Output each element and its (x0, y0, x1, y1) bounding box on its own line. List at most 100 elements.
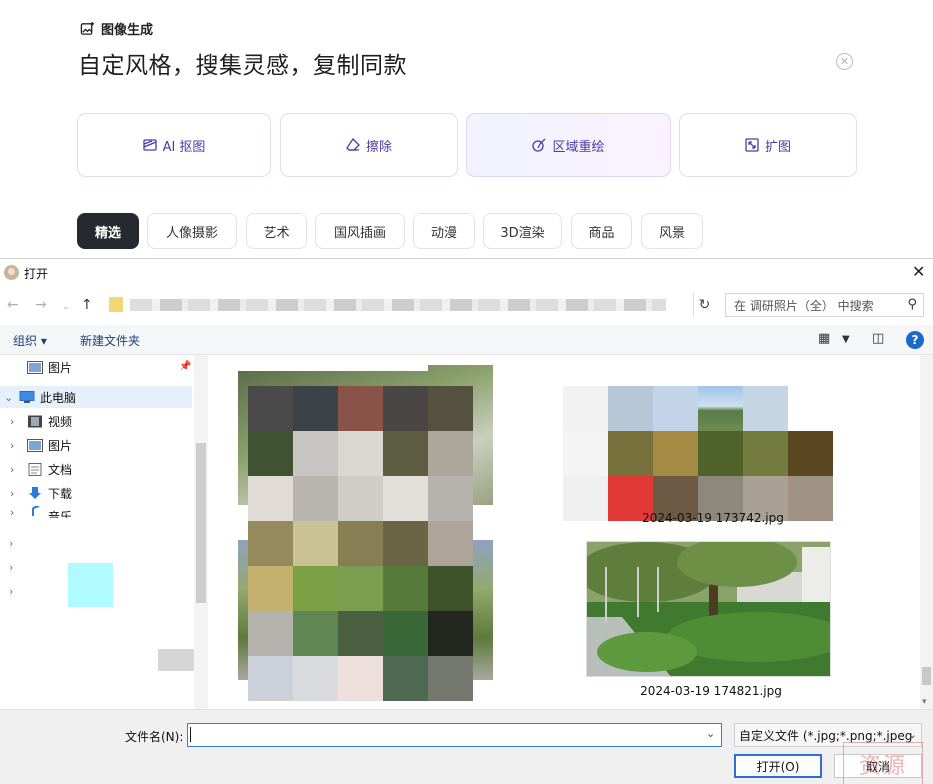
redacted-block (158, 649, 194, 671)
filename-label: 文件名(N): (125, 730, 184, 744)
cutout-icon (142, 139, 157, 151)
nav-downloads[interactable]: › 下载 (0, 482, 192, 504)
chevron-right-icon[interactable]: › (10, 463, 14, 476)
scroll-down-icon[interactable]: ▾ (922, 697, 927, 707)
view-dropdown-icon[interactable]: ▼ (842, 334, 850, 345)
dialog-title: 打开 (24, 267, 49, 281)
file-list-scrollbar[interactable]: ▾ (920, 355, 933, 709)
address-bar[interactable]: ⌄ (102, 293, 787, 317)
command-bar: 组织 ▾ 新建文件夹 ▦ ▼ ◫ ? (0, 325, 933, 355)
pictures-icon (27, 360, 43, 374)
file-thumbnail (586, 541, 831, 677)
pictures-icon (27, 438, 43, 452)
image-generate-icon (80, 21, 95, 35)
tool-expand[interactable]: 扩图 (679, 113, 857, 177)
search-placeholder: 在 调研照片（全） 中搜索 (734, 298, 874, 313)
redacted-block (563, 355, 833, 371)
tool-repaint[interactable]: 区域重绘 (466, 113, 671, 177)
file-tile[interactable]: 2024-03-19 173742.jpg (563, 386, 833, 526)
tool-erase[interactable]: 擦除 (280, 113, 458, 177)
chevron-right-icon[interactable]: › (9, 561, 13, 574)
chevron-down-icon: ⌄ (907, 728, 917, 741)
close-icon[interactable]: ✕ (912, 262, 925, 282)
screen: 图像生成 自定风格，搜集灵感，复制同款 ✕ AI 抠图 擦除 区域重绘 扩图 精 (0, 0, 933, 784)
back-arrow-icon[interactable]: ← (7, 296, 19, 314)
chevron-down-icon[interactable]: ⌄ (4, 391, 13, 404)
file-name: 2024-03-19 173742.jpg (642, 511, 784, 525)
open-file-dialog: 打开 ✕ ← → ⌄ ↑ ⌄ ↻ 在 调研照片（全） 中搜索 ⚲ 组织 ▾ 新建… (0, 258, 933, 784)
nav-pictures[interactable]: › 图片 (0, 434, 192, 456)
nav-videos[interactable]: › 视频 (0, 410, 192, 432)
tag-guofeng[interactable]: 国风插画 (315, 213, 405, 249)
file-type-select[interactable]: 自定义文件 (*.jpg;*.png;*.jpeg ⌄ (734, 723, 922, 747)
chevron-right-icon[interactable]: › (10, 487, 14, 500)
circle-x-icon[interactable]: ✕ (836, 53, 853, 70)
redacted-block (208, 355, 428, 371)
up-arrow-icon[interactable]: ↑ (81, 296, 93, 314)
section-label: 图像生成 (101, 23, 154, 38)
chevron-right-icon[interactable]: › (10, 415, 14, 428)
nav-label: 下载 (48, 486, 73, 501)
preview-pane-icon[interactable]: ◫ (872, 331, 884, 346)
open-button[interactable]: 打开(O) (734, 754, 822, 778)
chevron-right-icon[interactable]: › (10, 506, 14, 518)
text-caret (190, 727, 191, 742)
road-trees-photo (587, 542, 830, 676)
chevron-down-icon[interactable]: ⌄ (706, 727, 715, 740)
tag-anime[interactable]: 动漫 (413, 213, 475, 249)
view-options-icon[interactable]: ▦ (818, 331, 830, 346)
cancel-button[interactable]: 取消 (834, 754, 922, 778)
nav-music[interactable]: › 音乐 (0, 506, 192, 518)
tool-label: 擦除 (365, 139, 392, 155)
section-header: 图像生成 (80, 19, 153, 38)
nav-pinned-pictures[interactable]: 图片 📌 (0, 356, 192, 378)
filename-input[interactable] (187, 723, 722, 747)
pixelated-thumbnail (248, 386, 473, 701)
eraser-icon (346, 138, 360, 151)
nav-label: 此电脑 (40, 390, 77, 405)
address-bar-row: ← → ⌄ ↑ ⌄ ↻ 在 调研照片（全） 中搜索 ⚲ (0, 292, 933, 320)
expand-icon (745, 138, 759, 152)
new-folder-button[interactable]: 新建文件夹 (80, 332, 140, 349)
chevron-right-icon[interactable]: › (9, 537, 13, 550)
tag-art[interactable]: 艺术 (246, 213, 307, 249)
tool-cards: AI 抠图 擦除 区域重绘 扩图 (77, 113, 857, 177)
nav-label: 视频 (48, 414, 73, 429)
organize-menu[interactable]: 组织 ▾ (13, 332, 47, 349)
download-icon (29, 486, 41, 499)
tool-ai-cutout[interactable]: AI 抠图 (77, 113, 271, 177)
nav-documents[interactable]: › 文档 (0, 458, 192, 480)
pin-icon[interactable]: 📌 (179, 361, 191, 372)
music-icon (32, 506, 40, 516)
file-tile[interactable]: 2024-03-19 174821.jpg (586, 541, 831, 701)
tag-product[interactable]: 商品 (571, 213, 632, 249)
video-icon (28, 415, 42, 427)
tag-landscape[interactable]: 风景 (641, 213, 703, 249)
nav-this-pc[interactable]: ⌄ 此电脑 (0, 386, 192, 408)
nav-label: 文档 (48, 462, 73, 477)
help-icon[interactable]: ? (906, 331, 924, 349)
search-input[interactable]: 在 调研照片（全） 中搜索 ⚲ (725, 293, 924, 317)
nav-label: 音乐 (48, 510, 73, 518)
image-generation-panel: 图像生成 自定风格，搜集灵感，复制同款 ✕ AI 抠图 擦除 区域重绘 扩图 精 (0, 0, 933, 258)
nav-label: 图片 (48, 360, 73, 375)
redacted-block (208, 371, 228, 471)
tag-portrait[interactable]: 人像摄影 (147, 213, 237, 249)
navigation-pane: 图片 📌 ⌄ 此电脑 › 视频 › 图片 › 文档 › 下载 › 音乐 › › … (0, 355, 208, 709)
tag-3d[interactable]: 3D渲染 (483, 213, 562, 249)
nav-label: 图片 (48, 438, 73, 453)
tag-featured[interactable]: 精选 (77, 213, 139, 249)
recent-locations-chevron-icon[interactable]: ⌄ (62, 298, 70, 316)
file-list: jpg (208, 355, 920, 709)
navigation-scrollbar[interactable] (194, 355, 208, 709)
refresh-icon[interactable]: ↻ (693, 293, 715, 317)
dialog-titlebar: 打开 ✕ (0, 259, 933, 287)
blurred-path (130, 299, 666, 311)
tool-label: AI 抠图 (162, 139, 206, 155)
chevron-right-icon[interactable]: › (10, 439, 14, 452)
chevron-right-icon[interactable]: › (9, 585, 13, 598)
tool-label: 扩图 (764, 139, 791, 155)
search-icon: ⚲ (907, 297, 917, 312)
page-headline: 自定风格，搜集灵感，复制同款 (78, 53, 407, 79)
forward-arrow-icon[interactable]: → (35, 296, 47, 314)
